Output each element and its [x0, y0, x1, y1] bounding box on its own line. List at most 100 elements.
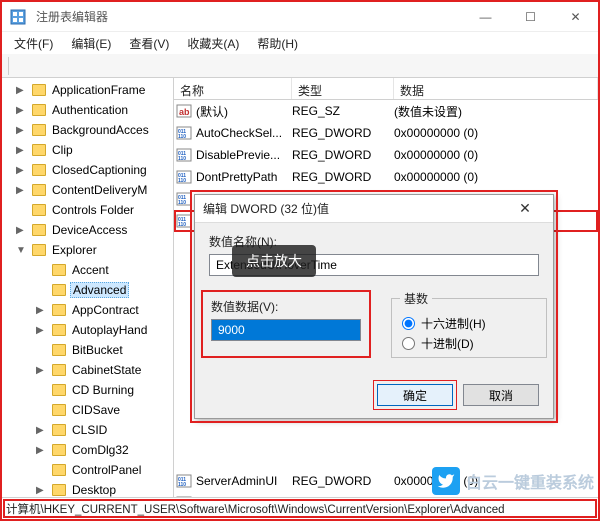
- value-data-input[interactable]: [211, 319, 361, 341]
- tree-label: BackgroundAcces: [50, 123, 151, 137]
- value-data: 0x00000000 (0): [394, 126, 598, 140]
- folder-icon: [52, 424, 66, 436]
- expand-icon[interactable]: ▶: [16, 85, 28, 96]
- expand-icon[interactable]: ▶: [16, 185, 28, 196]
- folder-icon: [32, 184, 46, 196]
- dword-icon: 011110: [176, 147, 194, 163]
- twitter-icon: [432, 467, 460, 495]
- radio-hex[interactable]: 十六进制(H): [402, 313, 536, 333]
- status-path: 计算机\HKEY_CURRENT_USER\Software\Microsoft…: [6, 501, 505, 517]
- expand-icon[interactable]: ▶: [36, 445, 48, 456]
- tree-label: ClosedCaptioning: [50, 163, 149, 177]
- folder-icon: [52, 264, 66, 276]
- tree-item-contentdeliverym[interactable]: ▶ ContentDeliveryM: [2, 180, 173, 200]
- menu-file[interactable]: 文件(F): [6, 33, 61, 54]
- expand-icon[interactable]: ▶: [36, 485, 48, 496]
- tree-item-explorer[interactable]: ▼Explorer: [2, 240, 173, 260]
- expand-icon[interactable]: ▶: [36, 305, 48, 316]
- expand-icon[interactable]: ▼: [16, 245, 28, 256]
- dword-icon: 011110: [176, 191, 194, 207]
- folder-icon: [52, 324, 66, 336]
- cancel-button[interactable]: 取消: [463, 384, 539, 406]
- tree-item-cidsave[interactable]: CIDSave: [2, 400, 173, 420]
- expand-icon[interactable]: ▶: [36, 325, 48, 336]
- expand-icon[interactable]: ▶: [16, 165, 28, 176]
- folder-icon: [52, 484, 66, 496]
- folder-icon: [52, 404, 66, 416]
- value-row[interactable]: ab(默认)REG_SZ(数值未设置): [174, 100, 598, 122]
- col-type[interactable]: 类型: [292, 78, 394, 99]
- col-name[interactable]: 名称: [174, 78, 292, 99]
- tree-label: Advanced: [70, 282, 129, 298]
- folder-icon: [52, 464, 66, 476]
- dword-icon: 011110: [176, 169, 194, 185]
- menu-view[interactable]: 查看(V): [121, 33, 177, 54]
- expand-icon[interactable]: ▶: [36, 365, 48, 376]
- close-button[interactable]: ✕: [553, 2, 598, 32]
- svg-text:ab: ab: [179, 107, 190, 117]
- tree-item-deviceaccess[interactable]: ▶DeviceAccess: [2, 220, 173, 240]
- tree-item-clsid[interactable]: ▶CLSID: [2, 420, 173, 440]
- tree-item-closedcaptioning[interactable]: ▶ ClosedCaptioning: [2, 160, 173, 180]
- expand-icon[interactable]: ▶: [36, 425, 48, 436]
- zoom-tooltip: 点击放大: [232, 245, 316, 277]
- menu-favorites[interactable]: 收藏夹(A): [179, 33, 247, 54]
- svg-text:110: 110: [178, 200, 186, 206]
- value-row[interactable]: 011110DontPrettyPathREG_DWORD0x00000000 …: [174, 166, 598, 188]
- expand-icon[interactable]: ▶: [16, 145, 28, 156]
- tree-item-comdlg32[interactable]: ▶ComDlg32: [2, 440, 173, 460]
- folder-icon: [52, 344, 66, 356]
- ok-button[interactable]: 确定: [377, 384, 453, 406]
- tree-item-accent[interactable]: Accent: [2, 260, 173, 280]
- menu-help[interactable]: 帮助(H): [249, 33, 306, 54]
- svg-text:110: 110: [178, 222, 186, 228]
- svg-text:110: 110: [178, 178, 186, 184]
- tree-label: ContentDeliveryM: [50, 183, 149, 197]
- dialog-close-button[interactable]: ✕: [505, 200, 545, 217]
- value-row[interactable]: 011110DisablePrevie...REG_DWORD0x0000000…: [174, 144, 598, 166]
- folder-icon: [32, 224, 46, 236]
- radio-dec-input[interactable]: [402, 337, 415, 350]
- tree-label: CabinetState: [70, 363, 143, 377]
- tree-item-authentication[interactable]: ▶Authentication: [2, 100, 173, 120]
- tree-label: Accent: [70, 263, 111, 277]
- value-data-label: 数值数据(V):: [211, 298, 361, 315]
- maximize-button[interactable]: ☐: [508, 2, 553, 32]
- dword-icon: 011110: [176, 213, 194, 229]
- watermark: 白云一键重装系统: [432, 467, 594, 495]
- menu-edit[interactable]: 编辑(E): [63, 33, 119, 54]
- tree-label: AppContract: [70, 303, 141, 317]
- registry-tree[interactable]: ▶ApplicationFrame▶Authentication▶Backgro…: [2, 78, 174, 497]
- radio-dec[interactable]: 十进制(D): [402, 333, 536, 353]
- tree-item-cabinetstate[interactable]: ▶ CabinetState: [2, 360, 173, 380]
- col-data[interactable]: 数据: [394, 78, 598, 99]
- expand-icon[interactable]: ▶: [16, 225, 28, 236]
- folder-icon: [32, 204, 46, 216]
- tree-item-autoplayhand[interactable]: ▶AutoplayHand: [2, 320, 173, 340]
- folder-icon: [52, 284, 66, 296]
- value-row[interactable]: 011110AutoCheckSel...REG_DWORD0x00000000…: [174, 122, 598, 144]
- expand-icon[interactable]: ▶: [16, 125, 28, 136]
- tree-item-clip[interactable]: ▶Clip: [2, 140, 173, 160]
- tree-item-controlpanel[interactable]: ControlPanel: [2, 460, 173, 480]
- radio-hex-input[interactable]: [402, 317, 415, 330]
- tree-item-appcontract[interactable]: ▶ AppContract: [2, 300, 173, 320]
- tree-item-cd-burning[interactable]: CD Burning: [2, 380, 173, 400]
- statusbar: 计算机\HKEY_CURRENT_USER\Software\Microsoft…: [2, 497, 598, 519]
- tree-item-bitbucket[interactable]: BitBucket: [2, 340, 173, 360]
- value-data: 0x00000000 (0): [394, 148, 598, 162]
- tree-item-controls-folder[interactable]: Controls Folder: [2, 200, 173, 220]
- folder-icon: [32, 84, 46, 96]
- titlebar: 注册表编辑器 — ☐ ✕: [2, 2, 598, 32]
- dword-icon: 011110: [176, 473, 194, 489]
- tree-item-applicationframe[interactable]: ▶ApplicationFrame: [2, 80, 173, 100]
- edit-dword-dialog: 编辑 DWORD (32 位)值 ✕ 数值名称(N): 数值数据(V): 基数 …: [194, 194, 554, 419]
- tree-item-advanced[interactable]: Advanced: [2, 280, 173, 300]
- tree-item-backgroundacces[interactable]: ▶ BackgroundAcces: [2, 120, 173, 140]
- watermark-text: 白云一键重装系统: [466, 469, 594, 493]
- minimize-button[interactable]: —: [463, 2, 508, 32]
- base-radio-group: 基数 十六进制(H) 十进制(D): [391, 290, 547, 358]
- dword-icon: 011110: [176, 125, 194, 141]
- tree-item-desktop[interactable]: ▶Desktop: [2, 480, 173, 497]
- expand-icon[interactable]: ▶: [16, 105, 28, 116]
